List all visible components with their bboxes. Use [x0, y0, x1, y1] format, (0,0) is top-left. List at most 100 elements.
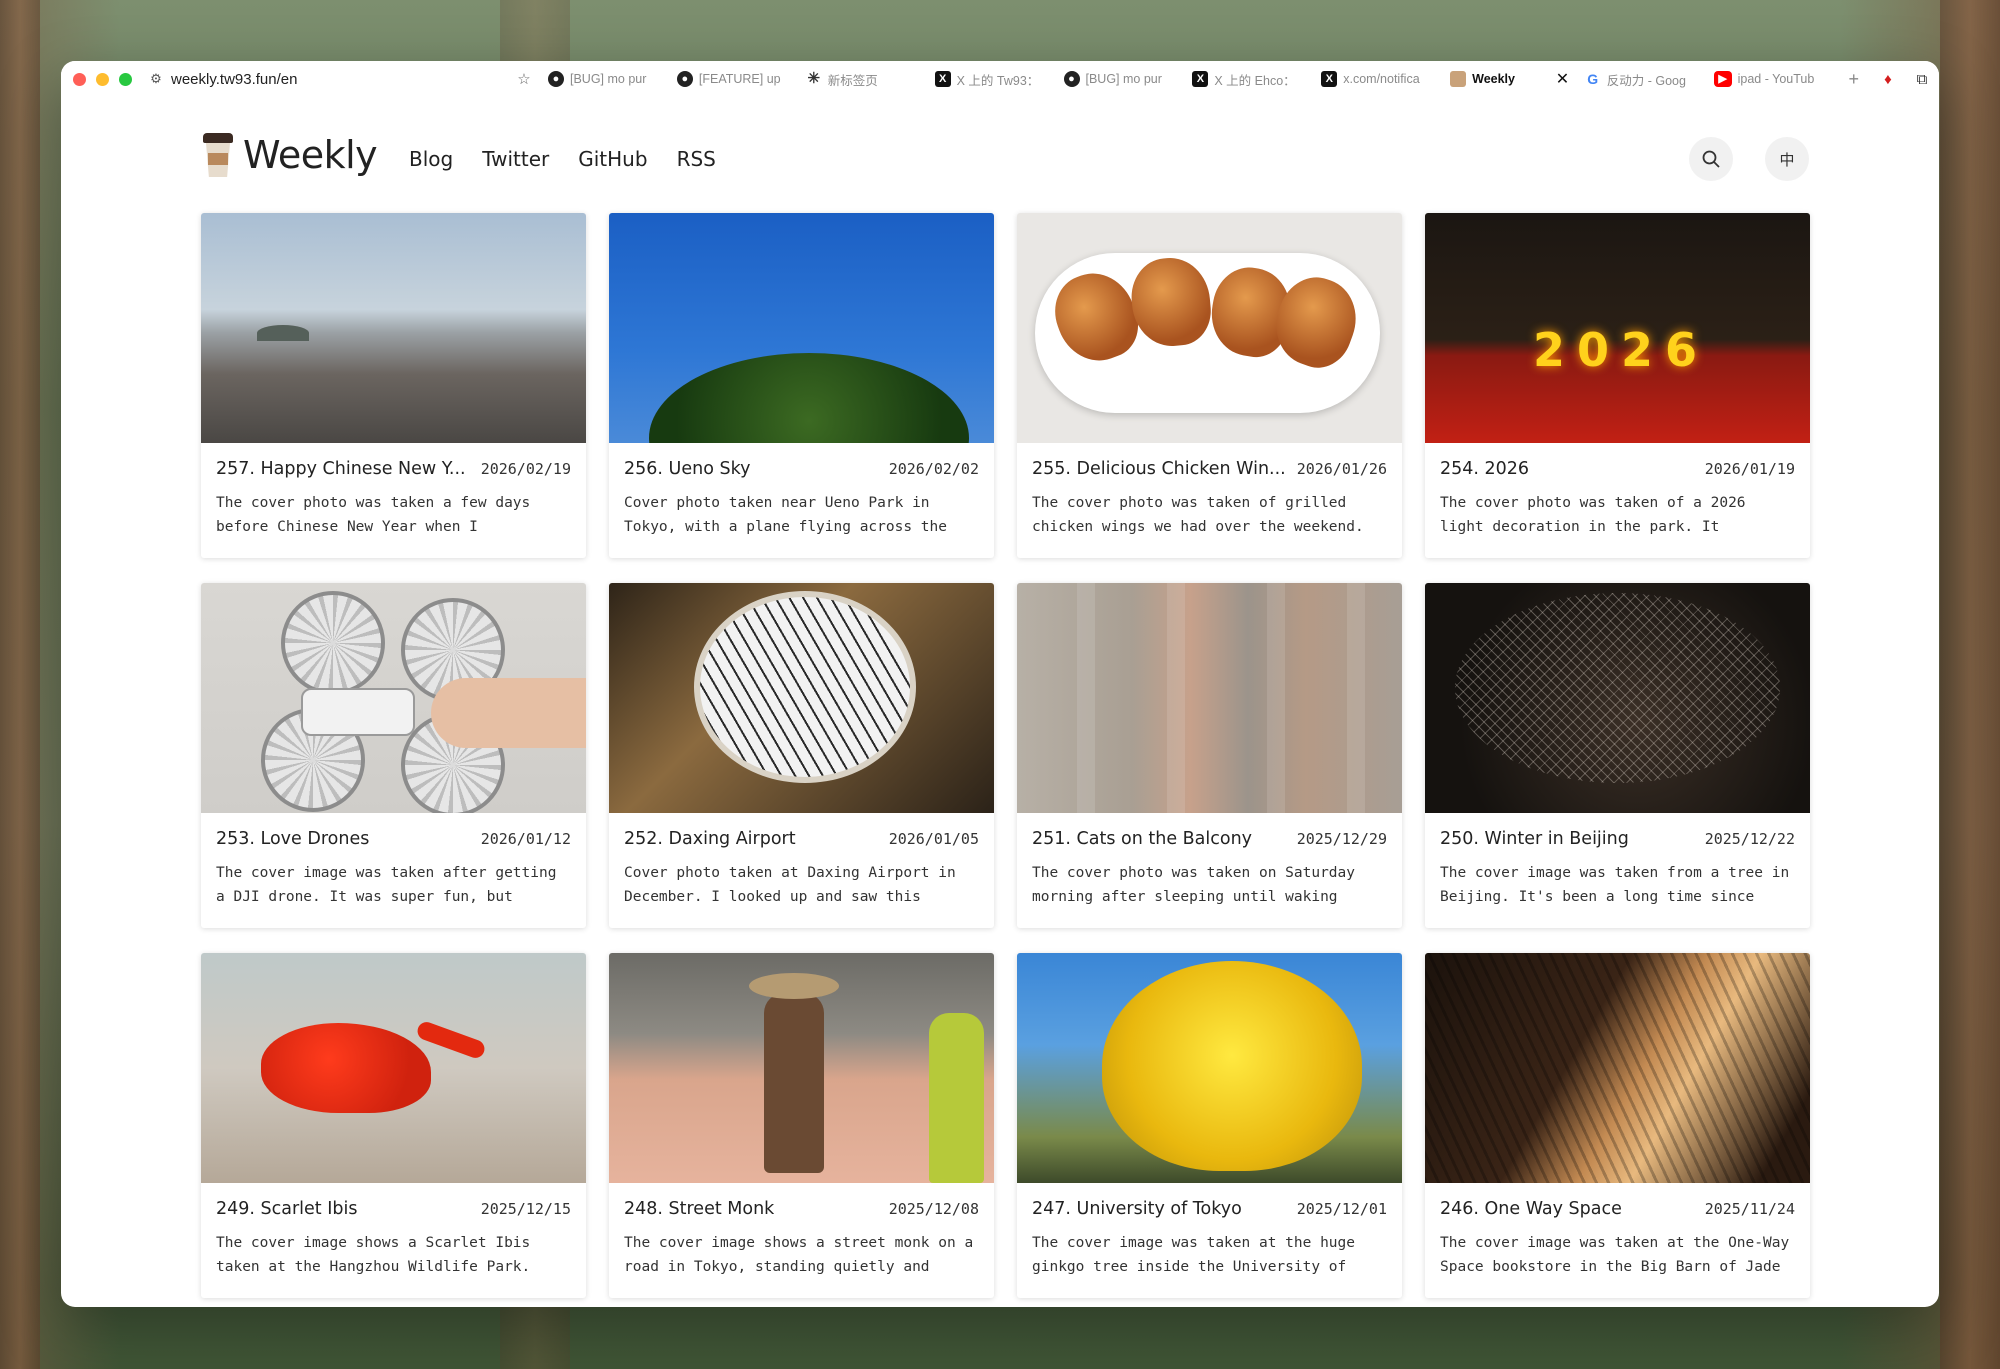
github-icon: ● — [676, 71, 693, 87]
post-card[interactable]: 257. Happy Chinese New Y... 2026/02/19 Th… — [201, 213, 586, 558]
post-card[interactable]: 250. Winter in Beijing 2025/12/22 The cov… — [1425, 583, 1810, 928]
cover-image-airport-skylight — [609, 583, 994, 813]
cover-image-winter-tree — [1425, 583, 1810, 813]
bookmark-star-icon[interactable]: ☆ — [506, 70, 542, 88]
post-excerpt: The cover photo was taken on Saturday mo… — [1032, 865, 1356, 905]
site-header: Weekly Blog Twitter GitHub RSS 中 — [203, 127, 1883, 187]
tab-label: x.com/notifica — [1343, 72, 1420, 86]
post-excerpt: The cover photo was taken of a 2026 ligh… — [1440, 495, 1746, 535]
post-date: 2026/01/19 — [1704, 460, 1795, 478]
tab-x-tw93[interactable]: X X 上的 Tw93： — [929, 70, 1058, 89]
asterisk-icon: ✳ — [807, 70, 821, 87]
post-title: 257. Happy Chinese New Y... — [216, 459, 466, 479]
cover-image-ginkgo-tree — [1017, 953, 1402, 1183]
browser-toolbar: ⚙ weekly.tw93.fun/en ☆ ● [BUG] mo pur ● … — [61, 61, 1939, 97]
post-card[interactable]: 256. Ueno Sky 2026/02/02 Cover photo take… — [609, 213, 994, 558]
address-bar[interactable]: weekly.tw93.fun/en — [167, 71, 506, 88]
post-card[interactable]: 252. Daxing Airport 2026/01/05 Cover phot… — [609, 583, 994, 928]
nav-rss-link[interactable]: RSS — [677, 147, 716, 171]
tab-label: [FEATURE] up — [698, 72, 781, 86]
search-icon — [1702, 150, 1720, 168]
tab-github-feature[interactable]: ● [FEATURE] up — [671, 71, 800, 87]
post-card[interactable]: 249. Scarlet Ibis 2025/12/15 The cover im… — [201, 953, 586, 1298]
post-card[interactable]: 2026 254. 2026 2026/01/19 The cover photo… — [1425, 213, 1810, 558]
tab-github-bug-1[interactable]: ● [BUG] mo pur — [542, 71, 671, 87]
maple-leaf-extension-icon[interactable]: ♦ — [1871, 71, 1905, 88]
coffee-cup-icon — [1450, 71, 1467, 87]
nav-twitter-link[interactable]: Twitter — [482, 147, 549, 171]
x-icon: X — [1192, 71, 1209, 87]
nav-github-link[interactable]: GitHub — [578, 147, 647, 171]
post-excerpt: The cover image was taken after getting … — [216, 865, 557, 905]
tab-github-bug-2[interactable]: ● [BUG] mo pur — [1058, 71, 1187, 87]
post-excerpt: The cover image was taken at the huge gi… — [1032, 1235, 1356, 1275]
language-toggle-button[interactable]: 中 — [1765, 137, 1809, 181]
post-excerpt: The cover photo was taken of grilled chi… — [1032, 495, 1364, 535]
post-excerpt: The cover image shows a street monk on a… — [624, 1235, 974, 1275]
post-card[interactable]: 255. Delicious Chicken Win... 2026/01/26 … — [1017, 213, 1402, 558]
tab-x-ehco[interactable]: X X 上的 Ehco： — [1186, 70, 1315, 89]
x-icon: X — [934, 71, 951, 87]
tab-label: [BUG] mo pur — [1085, 72, 1162, 86]
search-button[interactable] — [1689, 137, 1733, 181]
minimize-window-button[interactable] — [96, 72, 109, 86]
post-date: 2025/12/01 — [1296, 1200, 1387, 1218]
new-tab-plus-icon[interactable]: + — [1837, 69, 1872, 90]
post-excerpt: Cover photo taken near Ueno Park in Toky… — [624, 495, 948, 535]
cover-2026-text: 2026 — [1533, 323, 1710, 377]
post-title: 246. One Way Space — [1440, 1199, 1622, 1219]
tab-label: 反动力 - Goog — [1606, 73, 1686, 88]
desktop-tree-trunk-left — [0, 0, 40, 1369]
post-card[interactable]: 247. University of Tokyo 2025/12/01 The c… — [1017, 953, 1402, 1298]
post-title: 255. Delicious Chicken Win... — [1032, 459, 1286, 479]
tab-label: 新标签页 — [827, 73, 878, 88]
cover-image-chicken-wings — [1017, 213, 1402, 443]
post-date: 2026/01/26 — [1296, 460, 1387, 478]
post-excerpt: Cover photo taken at Daxing Airport in D… — [624, 865, 956, 905]
post-date: 2026/01/05 — [888, 830, 979, 848]
post-title: 247. University of Tokyo — [1032, 1199, 1242, 1219]
post-title: 249. Scarlet Ibis — [216, 1199, 358, 1219]
tab-youtube[interactable]: ▶ ipad - YouTub — [1708, 71, 1837, 87]
site-logo[interactable]: Weekly — [203, 133, 378, 177]
post-grid: 257. Happy Chinese New Y... 2026/02/19 Th… — [201, 213, 1810, 1298]
github-icon: ● — [1063, 71, 1080, 87]
main-nav: Blog Twitter GitHub RSS — [409, 147, 716, 171]
post-date: 2026/02/19 — [480, 460, 571, 478]
tab-weekly[interactable]: Weekly — [1444, 71, 1546, 87]
post-date: 2025/12/22 — [1704, 830, 1795, 848]
google-icon: G — [1587, 71, 1599, 87]
post-title: 250. Winter in Beijing — [1440, 829, 1629, 849]
post-card[interactable]: 253. Love Drones 2026/01/12 The cover ima… — [201, 583, 586, 928]
desktop-tree-trunk-right — [1940, 0, 2000, 1369]
extensions-puzzle-icon[interactable]: ⧉ — [1905, 71, 1939, 88]
post-card[interactable]: 251. Cats on the Balcony 2025/12/29 The c… — [1017, 583, 1402, 928]
post-title: 252. Daxing Airport — [624, 829, 796, 849]
x-icon: X — [1321, 71, 1338, 87]
tab-google[interactable]: G 反动力 - Goog — [1579, 70, 1708, 89]
post-card[interactable]: 248. Street Monk 2025/12/08 The cover ima… — [609, 953, 994, 1298]
nav-blog-link[interactable]: Blog — [409, 147, 453, 171]
maximize-window-button[interactable] — [119, 72, 132, 86]
post-date: 2025/12/15 — [480, 1200, 571, 1218]
tab-new-tab[interactable]: ✳ 新标签页 — [800, 70, 929, 89]
tab-x-notifications[interactable]: X x.com/notifica — [1315, 71, 1444, 87]
cover-image-street-monk — [609, 953, 994, 1183]
post-title: 256. Ueno Sky — [624, 459, 751, 479]
cover-image-2026-light-sign: 2026 — [1425, 213, 1810, 443]
post-title: 248. Street Monk — [624, 1199, 775, 1219]
logo-text: Weekly — [243, 133, 378, 177]
post-excerpt: The cover image shows a Scarlet Ibis tak… — [216, 1235, 531, 1275]
close-tab-icon[interactable]: ✕ — [1546, 69, 1579, 89]
post-card[interactable]: 246. One Way Space 2025/11/24 The cover i… — [1425, 953, 1810, 1298]
cover-image-city-skyline — [201, 213, 586, 443]
site-settings-icon[interactable]: ⚙ — [145, 71, 167, 87]
post-title: 254. 2026 — [1440, 459, 1530, 479]
post-excerpt: The cover image was taken at the One-Way… — [1440, 1235, 1790, 1275]
window-controls — [61, 72, 145, 86]
coffee-cup-logo-icon — [203, 133, 233, 177]
tab-label: X 上的 Ehco： — [1214, 73, 1296, 88]
post-title: 251. Cats on the Balcony — [1032, 829, 1253, 849]
github-icon: ● — [548, 71, 564, 87]
close-window-button[interactable] — [73, 72, 86, 86]
